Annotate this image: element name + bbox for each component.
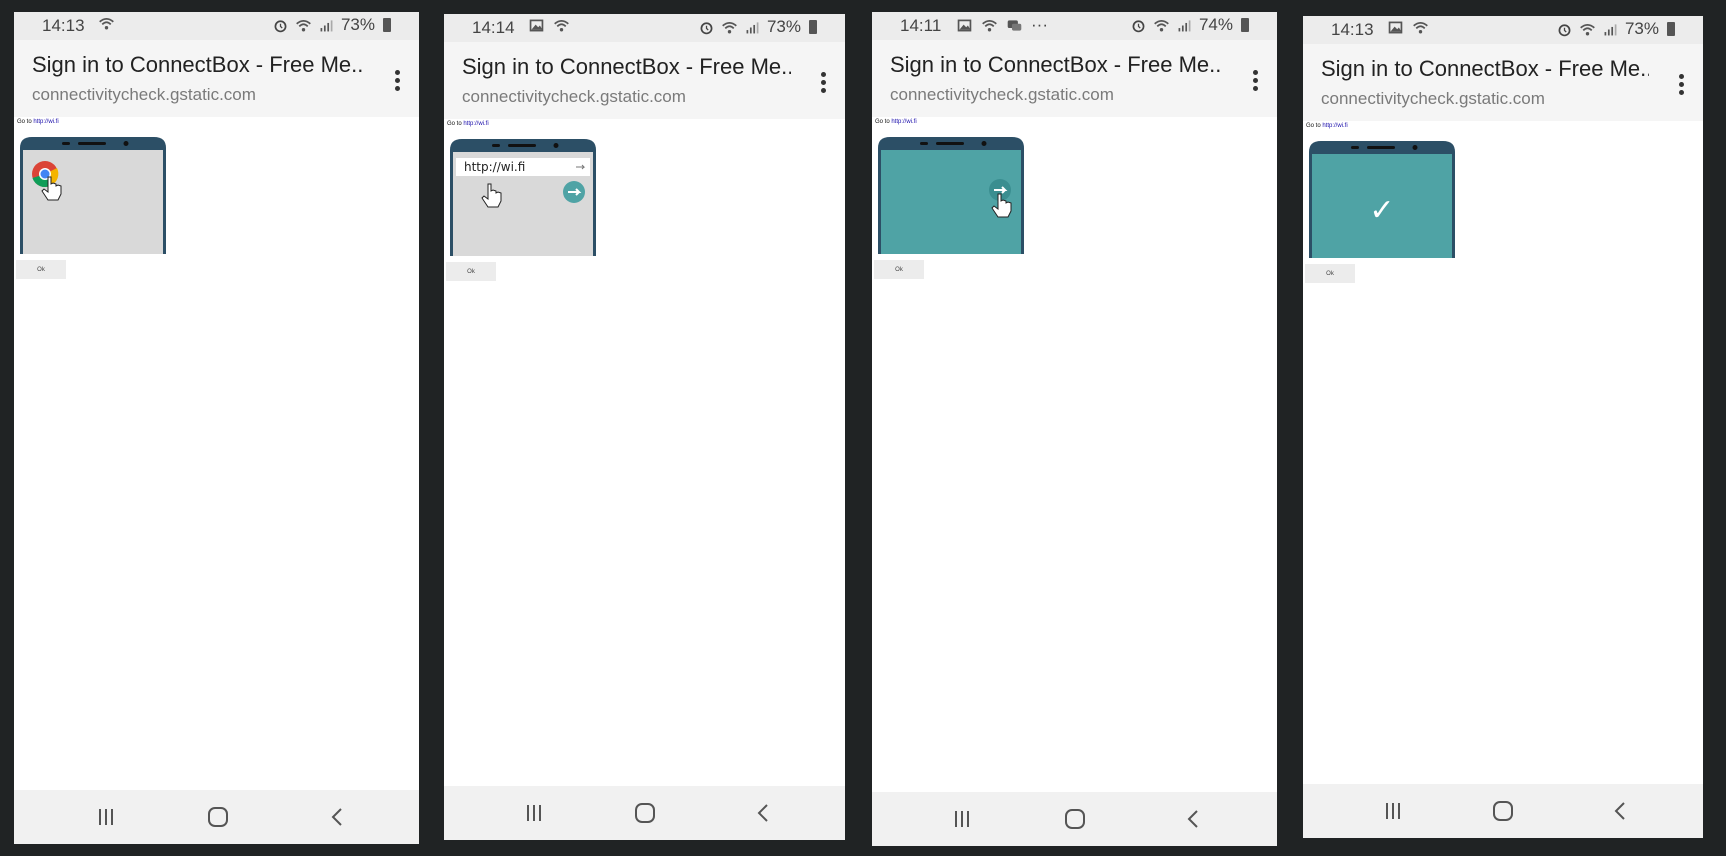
address-text: http://wi.fi [464, 160, 525, 174]
page-content: Go to http://wi.fi Ok [872, 117, 1277, 792]
page-title: Sign in to ConnectBox - Free Me... [32, 52, 365, 77]
navigation-bar [14, 790, 419, 844]
battery-percent: 73% [766, 17, 801, 36]
status-time: 14:13 [1331, 20, 1374, 39]
alarm-icon [1132, 19, 1145, 32]
status-time: 14:13 [42, 16, 85, 35]
wifi-icon [99, 17, 114, 30]
page-title: Sign in to ConnectBox - Free Me... [1321, 56, 1649, 81]
instruction-illustration [20, 137, 166, 254]
instruction-illustration: ✓ [1309, 141, 1455, 258]
page-content: Go to http://wi.fi http://wi.fi Ok [444, 119, 845, 786]
goto-instruction: Go to http://wi.fi [17, 119, 59, 125]
recents-icon[interactable] [96, 807, 116, 827]
back-icon[interactable] [330, 807, 344, 827]
status-bar: 14:13 73% [14, 12, 419, 40]
recents-icon[interactable] [952, 809, 972, 829]
signal-icon [320, 19, 333, 31]
navigation-bar [872, 792, 1277, 846]
more-vertical-icon[interactable] [1679, 74, 1685, 96]
app-bar: Sign in to ConnectBox - Free Me... conne… [14, 40, 419, 117]
instruction-illustration [878, 137, 1024, 254]
goto-link[interactable]: http://wi.fi [463, 121, 488, 127]
page-url: connectivitycheck.gstatic.com [890, 85, 1114, 104]
gallery-icon [957, 19, 972, 31]
app-bar: Sign in to ConnectBox - Free Me... conne… [872, 40, 1277, 117]
wifi-icon [1580, 23, 1595, 35]
wifi-icon [1413, 21, 1428, 34]
home-icon[interactable] [207, 807, 229, 827]
home-icon[interactable] [1492, 801, 1514, 821]
wifi-icon [296, 19, 311, 31]
more-vertical-icon[interactable] [395, 70, 401, 92]
more-vertical-icon[interactable] [1253, 70, 1259, 92]
goto-instruction: Go to http://wi.fi [875, 119, 917, 125]
page-url: connectivitycheck.gstatic.com [462, 87, 686, 106]
wifi-icon [1154, 19, 1169, 31]
battery-icon [1667, 22, 1675, 36]
goto-instruction: Go to http://wi.fi [1306, 123, 1348, 129]
status-time: 14:14 [472, 18, 515, 37]
status-bar: 14:14 73% [444, 14, 845, 42]
page-content: Go to http://wi.fi ✓ Ok [1303, 121, 1703, 784]
phone-screenshot-4: 14:13 73% Sign in to ConnectBox - Free M… [1303, 16, 1703, 838]
battery-icon [383, 18, 391, 32]
goto-link[interactable]: http://wi.fi [33, 119, 58, 125]
navigation-bar [444, 786, 845, 840]
signal-icon [1178, 19, 1191, 31]
battery-percent: 74% [1198, 15, 1233, 34]
status-time: 14:11 [900, 16, 942, 35]
phone-screenshot-2: 14:14 73% Sign in to ConnectBox - Free M… [444, 14, 845, 840]
page-url: connectivitycheck.gstatic.com [32, 85, 256, 104]
instruction-illustration: http://wi.fi [450, 139, 596, 256]
status-bar: 14:11 ··· 74% [872, 12, 1277, 40]
wifi-icon [722, 21, 737, 33]
page-url: connectivitycheck.gstatic.com [1321, 89, 1545, 108]
alarm-icon [1558, 23, 1571, 36]
back-icon[interactable] [756, 803, 770, 823]
recents-icon[interactable] [524, 803, 544, 823]
navigation-bar [1303, 784, 1703, 838]
more-notifications: ··· [1031, 15, 1048, 34]
recents-icon[interactable] [1383, 801, 1403, 821]
gallery-icon [529, 19, 544, 32]
goto-instruction: Go to http://wi.fi [447, 121, 489, 127]
signal-icon [746, 21, 759, 33]
more-vertical-icon[interactable] [821, 72, 827, 94]
ok-button[interactable]: Ok [16, 260, 66, 279]
check-mark-icon: ✓ [1369, 193, 1394, 228]
battery-icon [1241, 18, 1249, 32]
wifi-icon [982, 19, 997, 31]
battery-percent: 73% [1624, 19, 1659, 38]
page-title: Sign in to ConnectBox - Free Me... [462, 54, 791, 79]
ok-button[interactable]: Ok [446, 262, 496, 281]
page-title: Sign in to ConnectBox - Free Me... [890, 52, 1223, 77]
status-bar: 14:13 73% [1303, 16, 1703, 44]
back-icon[interactable] [1186, 809, 1200, 829]
back-icon[interactable] [1613, 801, 1627, 821]
app-bar: Sign in to ConnectBox - Free Me... conne… [444, 42, 845, 119]
signal-icon [1604, 23, 1617, 35]
home-icon[interactable] [634, 803, 656, 823]
alarm-icon [274, 19, 287, 32]
home-icon[interactable] [1064, 809, 1086, 829]
page-content: Go to http://wi.fi Ok [14, 117, 419, 790]
goto-link[interactable]: http://wi.fi [1322, 123, 1347, 129]
app-bar: Sign in to ConnectBox - Free Me... conne… [1303, 44, 1703, 121]
battery-icon [809, 20, 817, 34]
wifi-icon [554, 19, 569, 32]
goto-link[interactable]: http://wi.fi [891, 119, 916, 125]
battery-percent: 73% [340, 15, 375, 34]
ok-button[interactable]: Ok [1305, 264, 1355, 283]
ok-button[interactable]: Ok [874, 260, 924, 279]
gallery-icon [1388, 21, 1403, 34]
phone-screenshot-3: 14:11 ··· 74% Sign in to ConnectBox - Fr… [872, 12, 1277, 846]
alarm-icon [700, 21, 713, 34]
phone-screenshot-1: 14:13 73% Sign in to ConnectBox - Free M… [14, 12, 419, 844]
chat-icon [1007, 19, 1022, 31]
